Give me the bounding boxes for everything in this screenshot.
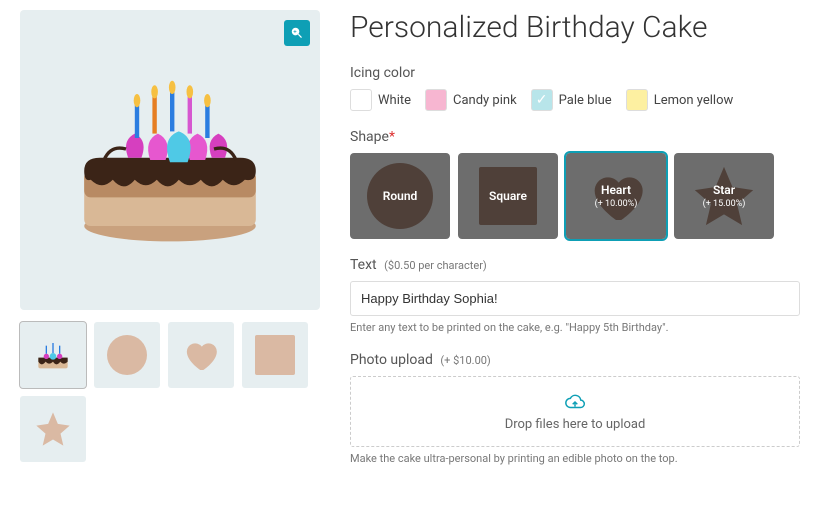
upload-label-text: Photo upload [350, 352, 433, 368]
text-hint: ($0.50 per character) [384, 259, 487, 272]
cloud-upload-icon [564, 391, 586, 413]
text-label-text: Text [350, 257, 377, 273]
shape-label: Shape* [350, 129, 800, 145]
square-icon [255, 335, 295, 375]
upload-dropzone[interactable]: Drop files here to upload [350, 376, 800, 447]
icing-label: Icing color [350, 65, 800, 81]
swatch-white[interactable]: White [350, 89, 411, 111]
swatch-box-white [350, 89, 372, 111]
main-product-image[interactable] [20, 10, 320, 310]
swatch-label: White [378, 93, 411, 108]
swatch-box-pink [425, 89, 447, 111]
swatch-pale-blue[interactable]: ✓ Pale blue [531, 89, 612, 111]
required-mark: * [389, 129, 395, 145]
search-plus-icon [290, 26, 304, 40]
heart-icon [181, 335, 221, 375]
thumb-heart[interactable] [168, 322, 234, 388]
zoom-button[interactable] [284, 20, 310, 46]
cake-text-input[interactable] [350, 281, 800, 316]
upload-label: Photo upload (+ $10.00) [350, 352, 800, 368]
shape-star[interactable]: Star (+ 15.00%) [674, 153, 774, 239]
upload-field: Photo upload (+ $10.00) Drop files here … [350, 352, 800, 465]
tile-label: Square [489, 189, 527, 203]
swatch-label: Pale blue [559, 93, 612, 108]
thumbnail-row [20, 322, 320, 462]
text-field: Text ($0.50 per character) Enter any tex… [350, 257, 800, 334]
cake-illustration [60, 50, 280, 270]
shape-tiles: Round Square Heart (+ 10.00%) Star (+ 15… [350, 153, 800, 239]
swatch-box-yellow [626, 89, 648, 111]
shape-field: Shape* Round Square Heart (+ 10.00%) Sta… [350, 129, 800, 239]
product-gallery [20, 10, 320, 483]
upload-drop-text: Drop files here to upload [505, 417, 646, 432]
star-icon [33, 409, 73, 449]
product-title: Personalized Birthday Cake [350, 10, 800, 45]
tile-price: (+ 10.00%) [595, 199, 638, 209]
tile-price: (+ 15.00%) [703, 199, 746, 209]
swatch-candy-pink[interactable]: Candy pink [425, 89, 517, 111]
thumb-square[interactable] [242, 322, 308, 388]
text-label: Text ($0.50 per character) [350, 257, 800, 273]
upload-help: Make the cake ultra-personal by printing… [350, 452, 800, 465]
shape-square[interactable]: Square [458, 153, 558, 239]
thumb-cake[interactable] [20, 322, 86, 388]
thumb-star[interactable] [20, 396, 86, 462]
shape-round[interactable]: Round [350, 153, 450, 239]
shape-heart[interactable]: Heart (+ 10.00%) [566, 153, 666, 239]
swatch-label: Lemon yellow [654, 93, 734, 108]
tile-label: Star [713, 183, 735, 197]
swatch-lemon-yellow[interactable]: Lemon yellow [626, 89, 734, 111]
icing-field: Icing color White Candy pink ✓ Pale blue… [350, 65, 800, 111]
upload-hint: (+ $10.00) [440, 354, 490, 367]
circle-icon [107, 335, 147, 375]
tile-label: Round [383, 189, 418, 203]
tile-label: Heart [601, 183, 631, 197]
check-icon: ✓ [536, 92, 548, 108]
product-page: Personalized Birthday Cake Icing color W… [0, 0, 820, 503]
product-details: Personalized Birthday Cake Icing color W… [350, 10, 800, 483]
text-help: Enter any text to be printed on the cake… [350, 321, 800, 334]
shape-label-text: Shape [350, 129, 389, 145]
icing-swatches: White Candy pink ✓ Pale blue Lemon yello… [350, 89, 800, 111]
swatch-label: Candy pink [453, 93, 517, 108]
thumb-round[interactable] [94, 322, 160, 388]
cake-thumb-icon [33, 335, 73, 375]
swatch-box-blue: ✓ [531, 89, 553, 111]
